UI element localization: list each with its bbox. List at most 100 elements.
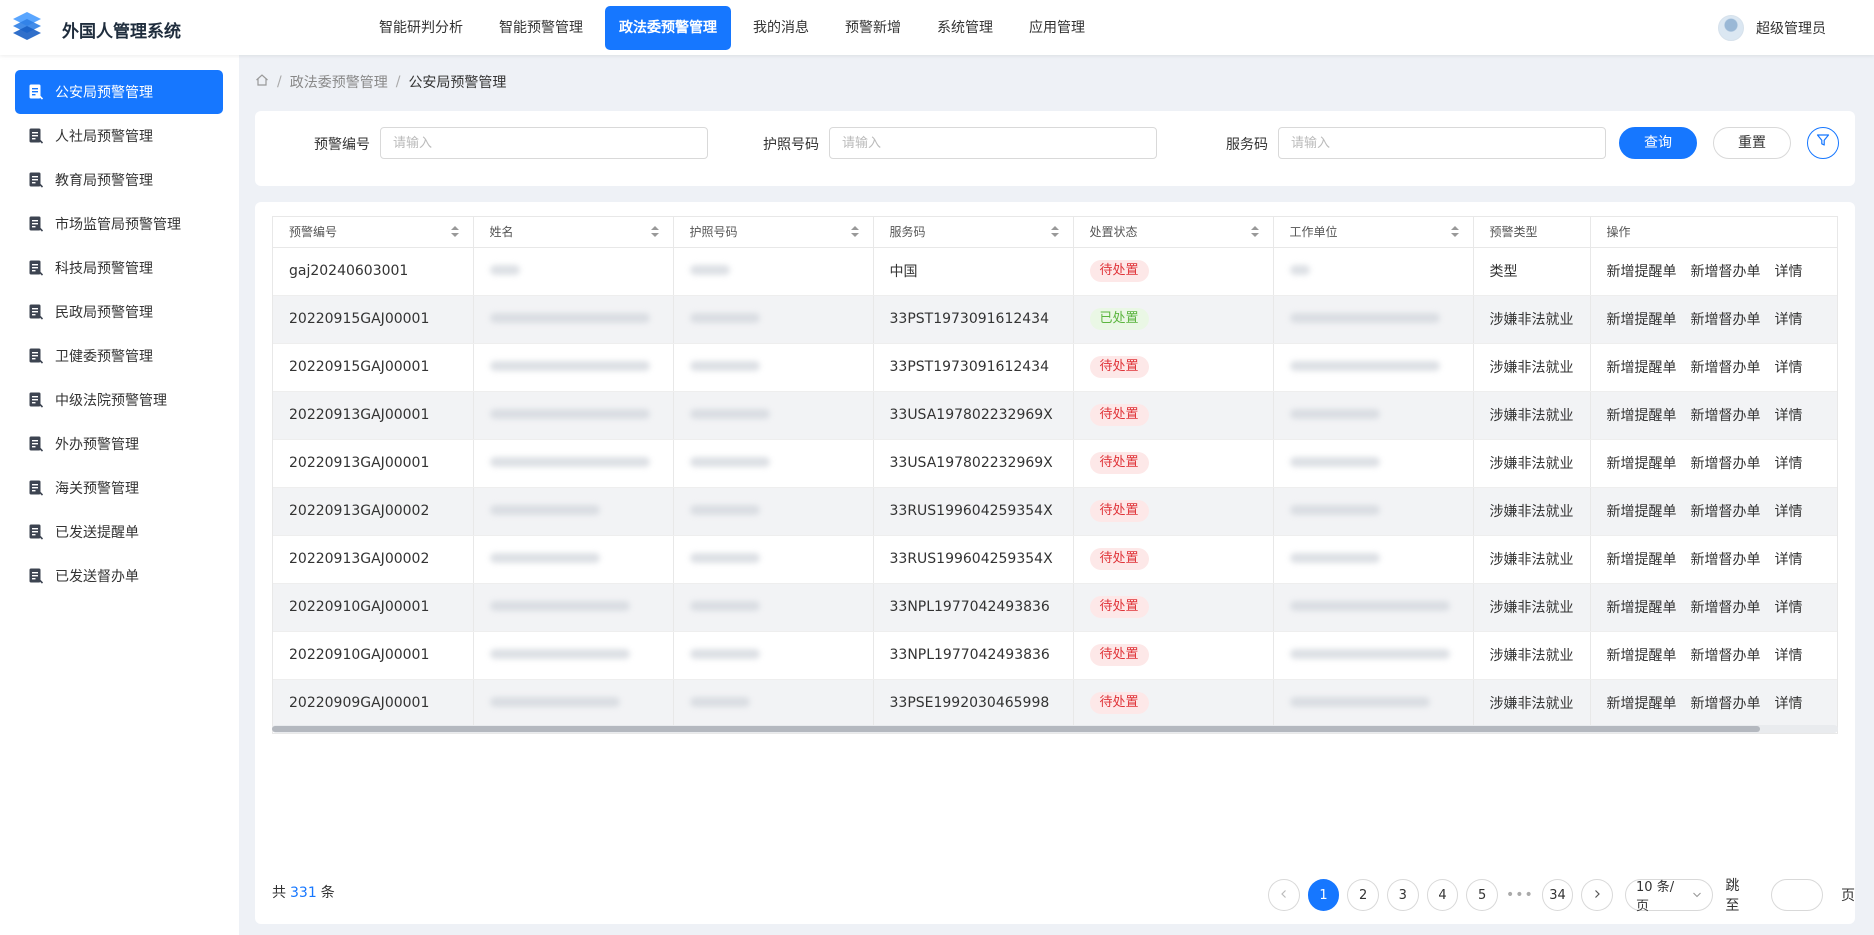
page-button-last[interactable]: 34: [1541, 879, 1574, 911]
column-header-status[interactable]: 处置状态: [1073, 217, 1274, 248]
sort-icon[interactable]: [1450, 226, 1459, 238]
sort-icon[interactable]: [1050, 226, 1059, 238]
sidebar-item-3[interactable]: 市场监管局预警管理: [15, 202, 223, 246]
add-supervision-link[interactable]: 新增督办单: [1691, 696, 1761, 712]
service-code-input[interactable]: [1278, 127, 1606, 159]
topnav-item-committee-warning[interactable]: 政法委预警管理: [605, 6, 731, 50]
prev-page-button[interactable]: [1268, 879, 1300, 911]
page-button-2[interactable]: 2: [1347, 879, 1379, 911]
add-supervision-link[interactable]: 新增督办单: [1691, 408, 1761, 424]
sidebar-item-7[interactable]: 中级法院预警管理: [15, 378, 223, 422]
add-supervision-link[interactable]: 新增督办单: [1691, 648, 1761, 664]
add-supervision-link[interactable]: 新增督办单: [1691, 600, 1761, 616]
page-button-3[interactable]: 3: [1386, 879, 1419, 911]
detail-link[interactable]: 详情: [1775, 312, 1803, 328]
add-supervision-link[interactable]: 新增督办单: [1691, 552, 1761, 568]
add-reminder-link[interactable]: 新增提醒单: [1607, 408, 1677, 424]
horizontal-scrollbar[interactable]: [272, 725, 1838, 733]
add-reminder-link[interactable]: 新增提醒单: [1607, 264, 1677, 280]
column-header-service-code[interactable]: 服务码: [873, 217, 1074, 248]
sort-icon[interactable]: [850, 226, 859, 238]
sort-icon[interactable]: [650, 226, 659, 238]
topnav-item-messages[interactable]: 我的消息: [739, 6, 823, 50]
page-size-select[interactable]: 10 条/页: [1625, 879, 1714, 914]
sidebar-item-11[interactable]: 已发送督办单: [15, 554, 223, 598]
sidebar-item-9[interactable]: 海关预警管理: [15, 466, 223, 510]
add-reminder-link[interactable]: 新增提醒单: [1607, 696, 1677, 712]
page-button-5[interactable]: 5: [1466, 879, 1498, 911]
add-reminder-link[interactable]: 新增提醒单: [1607, 312, 1677, 328]
sidebar-item-4[interactable]: 科技局预警管理: [15, 246, 223, 290]
add-reminder-link[interactable]: 新增提醒单: [1607, 360, 1677, 376]
chevron-down-icon: [1692, 888, 1702, 903]
jump-page-input[interactable]: [1771, 879, 1823, 911]
status-badge: 待处置: [1089, 644, 1149, 666]
add-reminder-link[interactable]: 新增提醒单: [1607, 552, 1677, 568]
detail-link[interactable]: 详情: [1775, 408, 1803, 424]
topnav-item-smart-warning[interactable]: 智能预警管理: [485, 6, 597, 50]
column-header-employer[interactable]: 工作单位: [1273, 217, 1474, 248]
scrollbar-thumb[interactable]: [272, 726, 1760, 732]
sidebar-item-0[interactable]: 公安局预警管理: [15, 70, 223, 114]
sort-icon[interactable]: [450, 226, 459, 238]
cell-warning-type: 涉嫌非法就业: [1473, 535, 1591, 584]
sidebar-item-5[interactable]: 民政局预警管理: [15, 290, 223, 334]
sidebar-item-label: 中级法院预警管理: [55, 393, 167, 409]
cell-service-code: 33NPL1977042493836: [873, 631, 1074, 680]
add-supervision-link[interactable]: 新增督办单: [1691, 360, 1761, 376]
add-supervision-link[interactable]: 新增督办单: [1691, 312, 1761, 328]
page-size-value: 10 条/页: [1636, 880, 1675, 914]
sidebar-item-label: 人社局预警管理: [55, 129, 153, 145]
detail-link[interactable]: 详情: [1775, 552, 1803, 568]
column-header-warning-no[interactable]: 预警编号: [273, 217, 474, 248]
topnav-item-analysis[interactable]: 智能研判分析: [365, 6, 477, 50]
topnav-item-add-warning[interactable]: 预警新增: [831, 6, 915, 50]
detail-link[interactable]: 详情: [1775, 456, 1803, 472]
next-page-button[interactable]: [1581, 879, 1614, 911]
more-pages-icon[interactable]: •••: [1506, 887, 1534, 903]
add-supervision-link[interactable]: 新增督办单: [1691, 504, 1761, 520]
query-button[interactable]: 查询: [1619, 127, 1697, 159]
filter-button[interactable]: [1807, 127, 1839, 159]
filter-icon: [1816, 128, 1830, 158]
page-button-4[interactable]: 4: [1426, 879, 1459, 911]
detail-link[interactable]: 详情: [1775, 360, 1803, 376]
sidebar-item-1[interactable]: 人社局预警管理: [15, 114, 223, 158]
sort-icon[interactable]: [1250, 226, 1259, 238]
detail-link[interactable]: 详情: [1775, 696, 1803, 712]
sidebar-item-8[interactable]: 外办预警管理: [15, 422, 223, 466]
sidebar-item-label: 教育局预警管理: [55, 173, 153, 189]
sidebar-item-10[interactable]: 已发送提醒单: [15, 510, 223, 554]
add-reminder-link[interactable]: 新增提醒单: [1607, 504, 1677, 520]
column-header-name[interactable]: 姓名: [473, 217, 674, 248]
page-unit-label: 页: [1841, 888, 1855, 904]
add-supervision-link[interactable]: 新增督办单: [1691, 264, 1761, 280]
sidebar-item-6[interactable]: 卫健委预警管理: [15, 334, 223, 378]
status-badge: 已处置: [1089, 308, 1149, 330]
page-button-1[interactable]: 1: [1307, 879, 1340, 911]
warning-no-input[interactable]: [380, 127, 708, 159]
user-menu[interactable]: 超级管理员: [1718, 15, 1826, 41]
home-icon[interactable]: [255, 73, 269, 91]
column-header-passport[interactable]: 护照号码: [673, 217, 874, 248]
topnav-item-system[interactable]: 系统管理: [923, 6, 1007, 50]
reset-button[interactable]: 重置: [1713, 127, 1791, 159]
chevron-right-icon: [1592, 888, 1602, 903]
detail-link[interactable]: 详情: [1775, 504, 1803, 520]
sidebar-item-2[interactable]: 教育局预警管理: [15, 158, 223, 202]
add-supervision-link[interactable]: 新增督办单: [1691, 456, 1761, 472]
add-reminder-link[interactable]: 新增提醒单: [1607, 456, 1677, 472]
status-badge: 待处置: [1089, 692, 1149, 714]
detail-link[interactable]: 详情: [1775, 264, 1803, 280]
cell-passport: [673, 631, 874, 680]
cell-employer: [1273, 535, 1474, 584]
topnav-item-apps[interactable]: 应用管理: [1015, 6, 1099, 50]
sidebar-item-label: 卫健委预警管理: [55, 349, 153, 365]
add-reminder-link[interactable]: 新增提醒单: [1607, 648, 1677, 664]
passport-input[interactable]: [829, 127, 1157, 159]
detail-link[interactable]: 详情: [1775, 600, 1803, 616]
breadcrumb-parent[interactable]: 政法委预警管理: [290, 72, 388, 92]
add-reminder-link[interactable]: 新增提醒单: [1607, 600, 1677, 616]
detail-link[interactable]: 详情: [1775, 648, 1803, 664]
redacted-passport: [689, 601, 760, 611]
